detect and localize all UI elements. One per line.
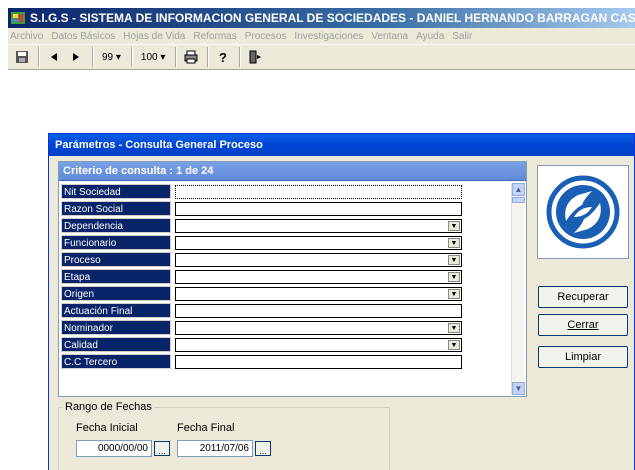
proceso-select[interactable]: ▼ bbox=[175, 253, 462, 267]
field-label: Etapa bbox=[61, 269, 171, 284]
criteria-row-etapa: Etapa ▼ bbox=[61, 268, 511, 285]
nit-sociedad-input[interactable] bbox=[175, 185, 462, 199]
dependencia-select[interactable]: ▼ bbox=[175, 219, 462, 233]
criteria-row-origen: Origen ▼ bbox=[61, 285, 511, 302]
nominador-select[interactable]: ▼ bbox=[175, 321, 462, 335]
toolbar-separator bbox=[130, 47, 133, 67]
app-icon bbox=[10, 10, 26, 26]
recuperar-button[interactable]: Recuperar bbox=[538, 286, 628, 308]
menu-investigaciones[interactable]: Investigaciones bbox=[294, 31, 363, 42]
cc-tercero-input[interactable] bbox=[175, 355, 462, 369]
scroll-thumb[interactable] bbox=[512, 197, 525, 203]
help-icon[interactable]: ? bbox=[213, 47, 233, 67]
calidad-select[interactable]: ▼ bbox=[175, 338, 462, 352]
dropdown-arrow-icon[interactable]: ▼ bbox=[448, 323, 460, 333]
prev-icon[interactable] bbox=[44, 47, 64, 67]
dropdown-arrow-icon[interactable]: ▼ bbox=[448, 238, 460, 248]
etapa-select[interactable]: ▼ bbox=[175, 270, 462, 284]
menu-ayuda[interactable]: Ayuda bbox=[416, 31, 444, 42]
toolbar-separator bbox=[239, 47, 242, 67]
parameters-dialog: Parámetros - Consulta General Proceso Cr… bbox=[48, 133, 635, 470]
fecha-inicial-input[interactable]: 0000/00/00 bbox=[76, 440, 152, 457]
field-label: Nominador bbox=[61, 320, 171, 335]
criteria-row-funcionario: Funcionario ▼ bbox=[61, 234, 511, 251]
dialog-title-bar: Parámetros - Consulta General Proceso bbox=[49, 134, 634, 156]
criteria-row-actuacion-final: Actuación Final bbox=[61, 302, 511, 319]
app-title: S.I.G.S - SISTEMA DE INFORMACION GENERAL… bbox=[30, 11, 635, 25]
date-range-group: Rango de Fechas Fecha Inicial Fecha Fina… bbox=[58, 401, 390, 470]
menu-archivo[interactable]: Archivo bbox=[10, 31, 43, 42]
zoom-combo[interactable]: 100 ▾ bbox=[137, 47, 169, 67]
fecha-final-input[interactable]: 2011/07/06 bbox=[177, 440, 253, 457]
print-icon[interactable] bbox=[181, 47, 201, 67]
supersociedades-logo-icon bbox=[546, 175, 620, 249]
criteria-rows: Nit Sociedad Razon Social Dependencia ▼ … bbox=[61, 183, 511, 370]
dropdown-arrow-icon[interactable]: ▼ bbox=[448, 272, 460, 282]
scroll-up-icon[interactable]: ▲ bbox=[512, 183, 525, 196]
menu-procesos[interactable]: Procesos bbox=[245, 31, 287, 42]
menu-reformas[interactable]: Reformas bbox=[193, 31, 236, 42]
date-range-legend: Rango de Fechas bbox=[63, 401, 154, 413]
next-icon[interactable] bbox=[66, 47, 86, 67]
field-label: Dependencia bbox=[61, 218, 171, 233]
field-label: Nit Sociedad bbox=[61, 184, 171, 199]
funcionario-select[interactable]: ▼ bbox=[175, 236, 462, 250]
toolbar-separator bbox=[38, 47, 40, 67]
menu-datos-basicos[interactable]: Datos Básicos bbox=[51, 31, 115, 42]
save-icon[interactable] bbox=[12, 47, 32, 67]
field-label: Proceso bbox=[61, 252, 171, 267]
field-label: Funcionario bbox=[61, 235, 171, 250]
criteria-row-dependencia: Dependencia ▼ bbox=[61, 217, 511, 234]
toolbar: 99 ▾ 100 ▾ ? bbox=[8, 44, 635, 70]
field-label: Origen bbox=[61, 286, 171, 301]
criteria-header: Criterio de consulta : 1 de 24 bbox=[59, 162, 526, 181]
fecha-final-label: Fecha Final bbox=[177, 422, 235, 434]
menu-ventana[interactable]: Ventana bbox=[371, 31, 408, 42]
field-label: C.C Tercero bbox=[61, 354, 171, 369]
toolbar-separator bbox=[92, 47, 94, 67]
svg-text:?: ? bbox=[219, 50, 227, 64]
cerrar-label: Cerrar bbox=[567, 319, 599, 331]
dialog-title: Parámetros - Consulta General Proceso bbox=[55, 139, 263, 151]
field-label: Razon Social bbox=[61, 201, 171, 216]
dropdown-arrow-icon[interactable]: ▼ bbox=[448, 340, 460, 350]
fecha-inicial-picker-button[interactable]: ... bbox=[154, 441, 170, 456]
razon-social-input[interactable] bbox=[175, 202, 462, 216]
criteria-panel: Criterio de consulta : 1 de 24 Nit Socie… bbox=[58, 161, 527, 397]
dropdown-arrow-icon[interactable]: ▼ bbox=[448, 289, 460, 299]
origen-select[interactable]: ▼ bbox=[175, 287, 462, 301]
criteria-row-nit: Nit Sociedad bbox=[61, 183, 511, 200]
actuacion-final-input[interactable] bbox=[175, 304, 462, 318]
scroll-down-icon[interactable]: ▼ bbox=[512, 382, 525, 395]
exit-icon[interactable] bbox=[245, 47, 265, 67]
logo-box bbox=[537, 165, 629, 259]
menu-hojas-de-vida[interactable]: Hojas de Vida bbox=[123, 31, 185, 42]
criteria-row-razon-social: Razon Social bbox=[61, 200, 511, 217]
toolbar-separator bbox=[207, 47, 210, 67]
dialog-body: Criterio de consulta : 1 de 24 Nit Socie… bbox=[49, 156, 634, 470]
criteria-row-nominador: Nominador ▼ bbox=[61, 319, 511, 336]
criteria-row-calidad: Calidad ▼ bbox=[61, 336, 511, 353]
criteria-row-cc-tercero: C.C Tercero bbox=[61, 353, 511, 370]
page-combo[interactable]: 99 ▾ bbox=[98, 47, 125, 67]
toolbar-separator bbox=[175, 47, 178, 67]
menu-salir[interactable]: Salir bbox=[452, 31, 472, 42]
criteria-scrollbar[interactable]: ▲ ▼ bbox=[511, 183, 525, 395]
field-label: Actuación Final bbox=[61, 303, 171, 318]
criteria-row-proceso: Proceso ▼ bbox=[61, 251, 511, 268]
fecha-final-picker-button[interactable]: ... bbox=[255, 441, 271, 456]
menu-bar: Archivo Datos Básicos Hojas de Vida Refo… bbox=[8, 28, 635, 44]
dropdown-arrow-icon[interactable]: ▼ bbox=[448, 221, 460, 231]
field-label: Calidad bbox=[61, 337, 171, 352]
app-title-bar: S.I.G.S - SISTEMA DE INFORMACION GENERAL… bbox=[8, 8, 635, 28]
dropdown-arrow-icon[interactable]: ▼ bbox=[448, 255, 460, 265]
fecha-inicial-label: Fecha Inicial bbox=[76, 422, 138, 434]
limpiar-button[interactable]: Limpiar bbox=[538, 346, 628, 368]
cerrar-button[interactable]: Cerrar bbox=[538, 314, 628, 336]
